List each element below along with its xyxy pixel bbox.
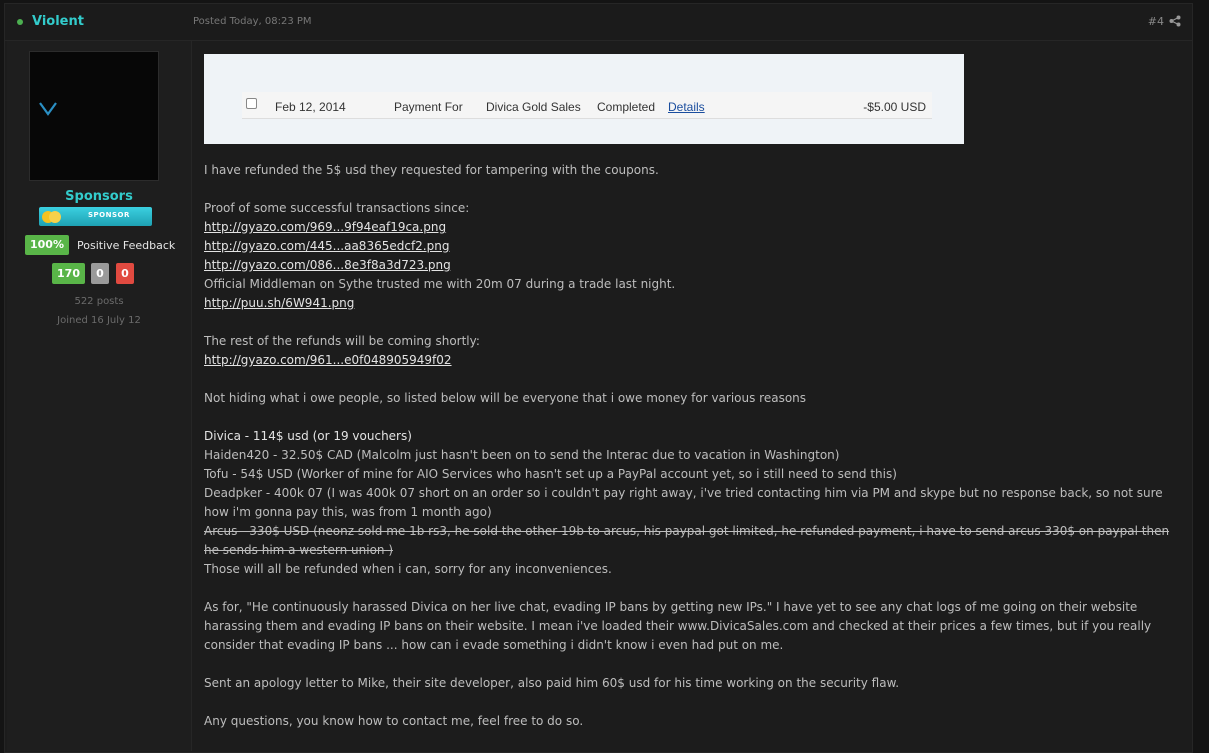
transaction-row: Feb 12, 2014 Payment For Divica Gold Sal… — [242, 92, 932, 119]
author-name-link[interactable]: Violent — [32, 14, 84, 29]
post-count: 522 posts — [74, 296, 124, 307]
transaction-amount: -$5.00 USD — [863, 100, 926, 114]
owe-intro: Not hiding what i owe people, so listed … — [204, 391, 807, 405]
post-date: Posted Today, 08:23 PM — [193, 16, 312, 27]
post-number-link[interactable]: #4 — [1148, 15, 1164, 28]
sponsor-badge: SPONSOR — [39, 207, 152, 226]
refunds-intro: The rest of the refunds will be coming s… — [204, 334, 480, 348]
owe-item-deadpker: Deadpker - 400k 07 (I was 400k 07 short … — [204, 486, 1163, 519]
owe-item-tofu: Tofu - 54$ USD (Worker of mine for AIO S… — [204, 467, 897, 481]
proof-link-4[interactable]: http://puu.sh/6W941.png — [204, 296, 354, 310]
embedded-screenshot-image[interactable]: Feb 12, 2014 Payment For Divica Gold Sal… — [204, 54, 964, 144]
owe-closing: Those will all be refunded when i can, s… — [204, 562, 612, 576]
join-date: Joined 16 July 12 — [57, 315, 141, 326]
feedback-percent: 100% — [25, 235, 69, 255]
sponsor-badge-label: SPONSOR — [88, 211, 130, 219]
transaction-date: Feb 12, 2014 — [275, 100, 346, 114]
proof-link-2[interactable]: http://gyazo.com/445...aa8365edcf2.png — [204, 239, 449, 253]
proof-link-1[interactable]: http://gyazo.com/969...9f94eaf19ca.png — [204, 220, 446, 234]
checkbox-icon — [246, 98, 257, 109]
owe-item-divica: Divica - 114$ usd (or 19 vouchers) — [204, 429, 412, 443]
owe-item-haiden: Haiden420 - 32.50$ CAD (Malcolm just has… — [204, 448, 840, 462]
author-sidebar: Sponsors SPONSOR 100% Positive Feedback … — [7, 41, 192, 751]
feedback-positive-count[interactable]: 170 — [52, 263, 85, 284]
transaction-details-link: Details — [668, 100, 705, 114]
coins-icon — [42, 211, 61, 223]
closing-note: Any questions, you know how to contact m… — [204, 714, 584, 728]
apology-note: Sent an apology letter to Mike, their si… — [204, 676, 900, 690]
online-status-dot — [17, 19, 23, 25]
harassment-response: As for, "He continuously harassed Divica… — [204, 600, 1152, 652]
avatar[interactable] — [29, 51, 159, 181]
refund-statement: I have refunded the 5$ usd they requeste… — [204, 163, 659, 177]
user-group-name: Sponsors — [65, 189, 133, 204]
middleman-note: Official Middleman on Sythe trusted me w… — [204, 277, 676, 291]
avatar-logo-icon — [39, 102, 57, 116]
owe-item-arcus: Arcus - 330$ USD (neonz sold me 1b rs3, … — [204, 524, 1170, 557]
forum-post: Violent Posted Today, 08:23 PM #4 Sponso… — [4, 3, 1193, 753]
post-header: Violent Posted Today, 08:23 PM #4 — [5, 4, 1192, 41]
transaction-type: Payment For — [394, 100, 463, 114]
post-body: Feb 12, 2014 Payment For Divica Gold Sal… — [204, 54, 1184, 731]
transaction-name: Divica Gold Sales — [486, 100, 581, 114]
feedback-neutral-count[interactable]: 0 — [91, 263, 109, 284]
share-icon[interactable] — [1169, 15, 1181, 27]
transaction-status: Completed — [597, 100, 656, 114]
proof-intro: Proof of some successful transactions si… — [204, 201, 470, 215]
feedback-label: Positive Feedback — [77, 239, 176, 252]
refund-link[interactable]: http://gyazo.com/961...e0f048905949f02 — [204, 353, 452, 367]
feedback-negative-count[interactable]: 0 — [116, 263, 134, 284]
proof-link-3[interactable]: http://gyazo.com/086...8e3f8a3d723.png — [204, 258, 451, 272]
